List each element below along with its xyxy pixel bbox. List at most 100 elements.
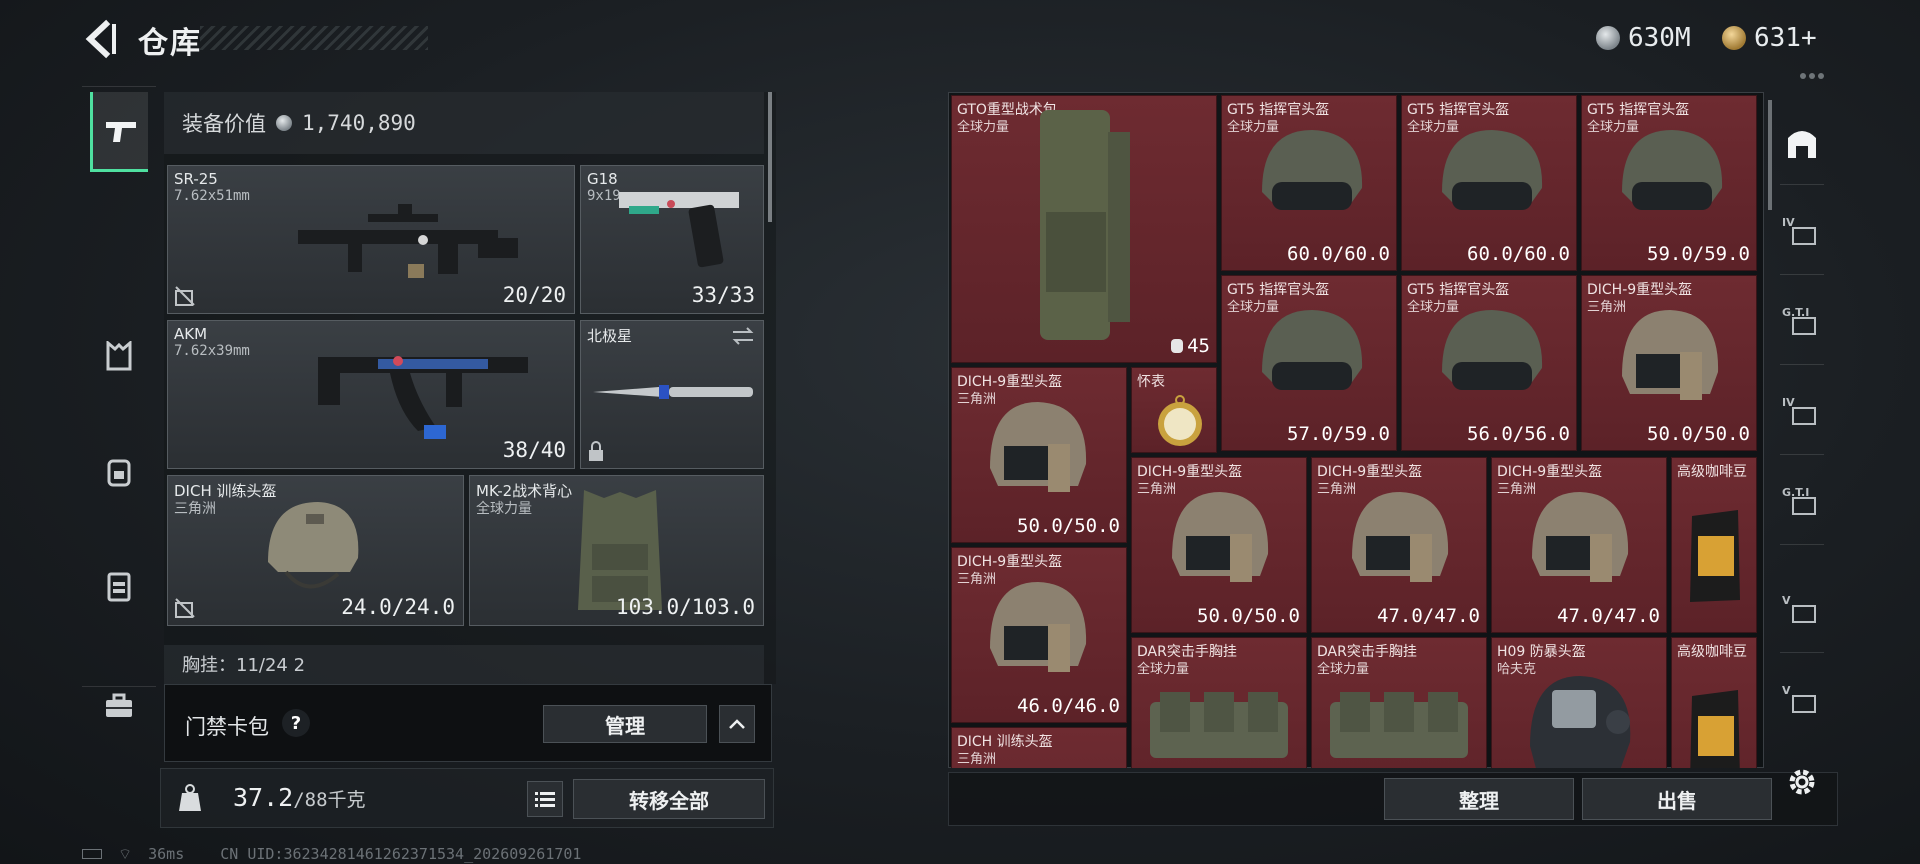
tab-storage-4[interactable]: G.T.I — [1776, 474, 1828, 534]
manage-button[interactable]: 管理 — [543, 705, 707, 743]
left-nav — [82, 86, 156, 717]
equipment-value: 装备价值 1,740,890 — [164, 92, 764, 154]
durability-icon — [1171, 339, 1184, 353]
coffee-bag-image — [1690, 510, 1740, 602]
sort-button[interactable]: 整理 — [1384, 778, 1574, 820]
nav-weapons[interactable] — [90, 92, 148, 172]
storage-item[interactable]: DICH-9重型头盔 三角洲 50.0/50.0 — [1581, 275, 1757, 451]
backpack-icon — [107, 459, 131, 487]
storage-item[interactable]: DICH-9重型头盔 三角洲 47.0/47.0 — [1491, 457, 1667, 633]
storage-item[interactable]: DICH-9重型头盔 三角洲 47.0/47.0 — [1311, 457, 1487, 633]
storage-item[interactable]: GT5 指挥官头盔 全球力量 57.0/59.0 — [1221, 275, 1397, 451]
tab-storage-6[interactable]: V — [1776, 672, 1828, 732]
chest-rig-icon — [107, 572, 131, 602]
helmet-image — [1622, 130, 1723, 210]
list-view-button[interactable] — [527, 781, 563, 817]
slot-helmet[interactable]: DICH 训练头盔 三角洲 24.0/24.0 — [167, 475, 464, 626]
status-bar: ⌔ 36ms CN UID:3623428146126237153­4_2026… — [82, 844, 581, 864]
scrollbar[interactable] — [768, 92, 772, 222]
storage-item[interactable]: GTO重型战术包 全球力量 45 — [951, 95, 1217, 363]
rifle-image — [298, 204, 518, 278]
swap-icon[interactable] — [731, 327, 755, 345]
storage-grid: GTO重型战术包 全球力量 45 GT5 指挥官头盔 全球力量 60.0/60.0… — [951, 95, 1763, 768]
page-title: 仓库 — [138, 26, 202, 61]
helmet-image — [990, 402, 1087, 492]
chest-rig-slot[interactable]: 胸挂：11/24 2 — [164, 645, 764, 685]
helmet-image — [1352, 492, 1449, 582]
tab-storage-2[interactable]: G.T.I — [1776, 294, 1828, 354]
back-button[interactable] — [82, 18, 118, 60]
coffee-bag-image — [1690, 690, 1740, 768]
more-menu-icon[interactable] — [1800, 64, 1830, 79]
helmet-image — [1442, 310, 1543, 390]
storage-item[interactable]: GT5 指挥官头盔 全球力量 60.0/60.0 — [1221, 95, 1397, 271]
backpack-image — [1040, 110, 1130, 340]
storage-item[interactable]: 高级咖啡豆 — [1671, 637, 1757, 768]
helmet-image — [1442, 130, 1543, 210]
helmet-image — [990, 582, 1087, 672]
knife-image — [593, 385, 753, 399]
helmet-image — [1172, 492, 1269, 582]
briefcase-icon — [106, 693, 132, 717]
vest-icon — [106, 341, 132, 371]
storage-item[interactable]: DICH-9重型头盔 三角洲 50.0/50.0 — [1131, 457, 1307, 633]
tab-storage-3[interactable]: IV — [1776, 384, 1828, 444]
silver-currency[interactable]: 630M — [1596, 20, 1691, 56]
list-icon — [535, 792, 555, 807]
chevron-left-icon — [85, 19, 116, 59]
tab-storage-5[interactable]: V — [1776, 582, 1828, 642]
silver-coin-icon — [276, 115, 292, 131]
storage-item[interactable]: GT5 指挥官头盔 全球力量 60.0/60.0 — [1401, 95, 1577, 271]
no-insure-icon — [175, 286, 195, 306]
capacity-bar: 37.2/88千克 转移全部 — [160, 768, 774, 828]
storage-tabs: IV G.T.I IV G.T.I V V — [1770, 92, 1834, 832]
header-decoration — [200, 26, 428, 50]
storage-item[interactable]: GT5 指挥官头盔 全球力量 59.0/59.0 — [1581, 95, 1757, 271]
settings-button[interactable] — [1776, 752, 1828, 812]
storage-item[interactable]: DAR突击手胸挂 全球力量 — [1311, 637, 1487, 768]
chevron-up-icon — [729, 719, 745, 729]
help-icon[interactable]: ? — [282, 709, 310, 737]
storage-item[interactable]: DICH 训练头盔 三角洲 — [951, 727, 1127, 768]
wifi-icon: ⌔ — [118, 844, 133, 863]
weight-readout: 37.2/88千克 — [233, 783, 366, 812]
nav-chest-rig[interactable] — [90, 546, 148, 626]
battery-icon — [82, 849, 102, 859]
no-insure-icon — [175, 598, 195, 618]
helmet-image — [268, 502, 359, 589]
storage-item[interactable]: DICH-9重型头盔 三角洲 50.0/50.0 — [951, 367, 1127, 543]
nav-backpack[interactable] — [90, 431, 148, 511]
slot-secondary-weapon[interactable]: AKM 7.62x39mm 38/40 — [167, 320, 575, 469]
gold-coin-icon — [1722, 26, 1746, 50]
slot-primary-weapon[interactable]: SR-25 7.62x51mm 20/20 — [167, 165, 575, 314]
helmet-image — [1262, 130, 1363, 210]
slot-melee[interactable]: 北极星 — [580, 320, 764, 469]
storage-item[interactable]: H09 防暴头盔 哈夫克 — [1491, 637, 1667, 768]
map-icon — [1788, 131, 1816, 158]
sell-button[interactable]: 出售 — [1582, 778, 1772, 820]
storage-item[interactable]: 怀表 — [1131, 367, 1217, 453]
chest-rig-image — [1330, 692, 1468, 758]
pocket-watch-image — [1158, 395, 1202, 446]
slot-armor[interactable]: MK-2战术背心 全球力量 103.0/103.0 — [469, 475, 764, 626]
lock-icon — [589, 441, 603, 461]
helmet-image — [1262, 310, 1363, 390]
nav-vest[interactable] — [90, 316, 148, 396]
chest-rig-image — [1150, 692, 1288, 758]
pistol-image — [619, 192, 739, 268]
helmet-image — [1622, 310, 1719, 400]
storage-item[interactable]: DICH-9重型头盔 三角洲 46.0/46.0 — [951, 547, 1127, 723]
transfer-all-button[interactable]: 转移全部 — [573, 779, 765, 819]
gold-currency[interactable]: 631+ — [1722, 20, 1817, 56]
tab-map[interactable] — [1776, 114, 1828, 174]
helmet-image — [1530, 676, 1631, 768]
slot-sidearm[interactable]: G18 9x19mm 33/33 — [580, 165, 764, 314]
storage-item[interactable]: 高级咖啡豆 — [1671, 457, 1757, 633]
keycard-label: 门禁卡包 — [185, 715, 269, 739]
tab-storage-1[interactable]: IV — [1776, 204, 1828, 264]
nav-case[interactable] — [90, 666, 148, 746]
collapse-button[interactable] — [719, 705, 755, 743]
storage-item[interactable]: GT5 指挥官头盔 全球力量 56.0/56.0 — [1401, 275, 1577, 451]
storage-item[interactable]: DAR突击手胸挂 全球力量 — [1131, 637, 1307, 768]
rifle-image — [318, 356, 528, 439]
